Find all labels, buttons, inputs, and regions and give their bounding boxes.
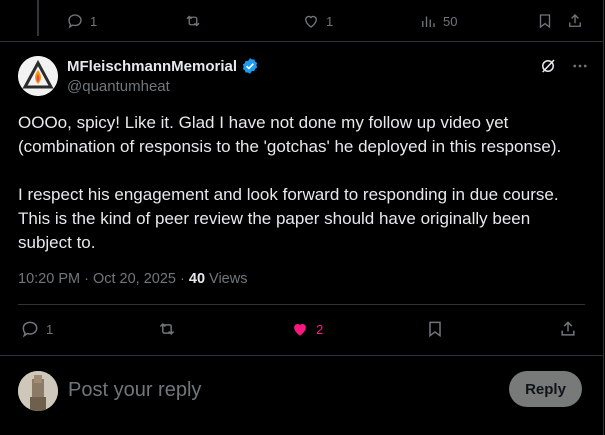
author-name-row[interactable]: MFleischmannMemorial [67,57,259,75]
verified-badge-icon [242,58,258,74]
tweet-actions: 1 2 [20,318,585,342]
like-count: 2 [316,321,324,337]
like-count: 1 [326,13,334,29]
views-icon [422,16,435,27]
reply-icon [68,14,82,29]
share-icon [561,321,575,336]
divider [0,355,603,356]
user-avatar[interactable] [18,371,58,411]
repost-button[interactable] [184,10,202,32]
repost-icon [186,15,200,27]
display-name[interactable]: MFleischmannMemorial [67,58,237,75]
reply-input[interactable]: Post your reply [68,379,201,402]
tweet-meta: 10:20 PM · Oct 20, 2025 · 40 Views [18,271,247,287]
avatar[interactable] [18,56,58,96]
divider [0,41,603,42]
reply-icon [22,321,38,338]
handle[interactable]: @quantumheat [67,78,170,95]
reply-count: 1 [90,13,98,29]
repost-icon [159,322,175,336]
timestamp[interactable]: 10:20 PM · Oct 20, 2025 · [18,271,189,287]
views-count: 40 [188,271,206,287]
previous-tweet-actions: 1 1 50 [66,10,591,32]
share-button[interactable] [558,318,578,340]
views-label: Views [205,271,248,287]
share-button[interactable] [566,10,584,32]
user-avatar-image [18,371,58,411]
avatar-logo [18,56,58,96]
tweet-top-icons [539,57,589,75]
like-button[interactable]: 1 [302,10,333,32]
reply-button[interactable]: 1 [20,318,53,340]
bookmark-icon [539,14,551,29]
like-button[interactable]: 2 [290,318,323,340]
bookmark-button[interactable] [536,10,554,32]
bookmark-button[interactable] [425,318,445,340]
reply-button[interactable]: 1 [66,10,97,32]
like-icon [294,324,306,336]
bookmark-icon [429,321,441,338]
tweet-detail: 1 1 50 MFleischmannMemorial @quantumheat… [0,0,604,435]
views-count: 50 [443,13,458,29]
divider [18,304,585,305]
repost-button[interactable] [157,318,177,340]
reply-submit-button[interactable]: Reply [509,371,582,407]
grok-icon[interactable] [539,57,557,75]
share-icon [569,14,581,27]
like-icon [305,15,317,28]
thread-line [37,0,39,36]
more-icon[interactable] [571,57,589,75]
tweet-text: OOOo, spicy! Like it. Glad I have not do… [18,113,562,252]
views-button[interactable]: 50 [419,10,457,32]
reply-count: 1 [46,321,54,337]
